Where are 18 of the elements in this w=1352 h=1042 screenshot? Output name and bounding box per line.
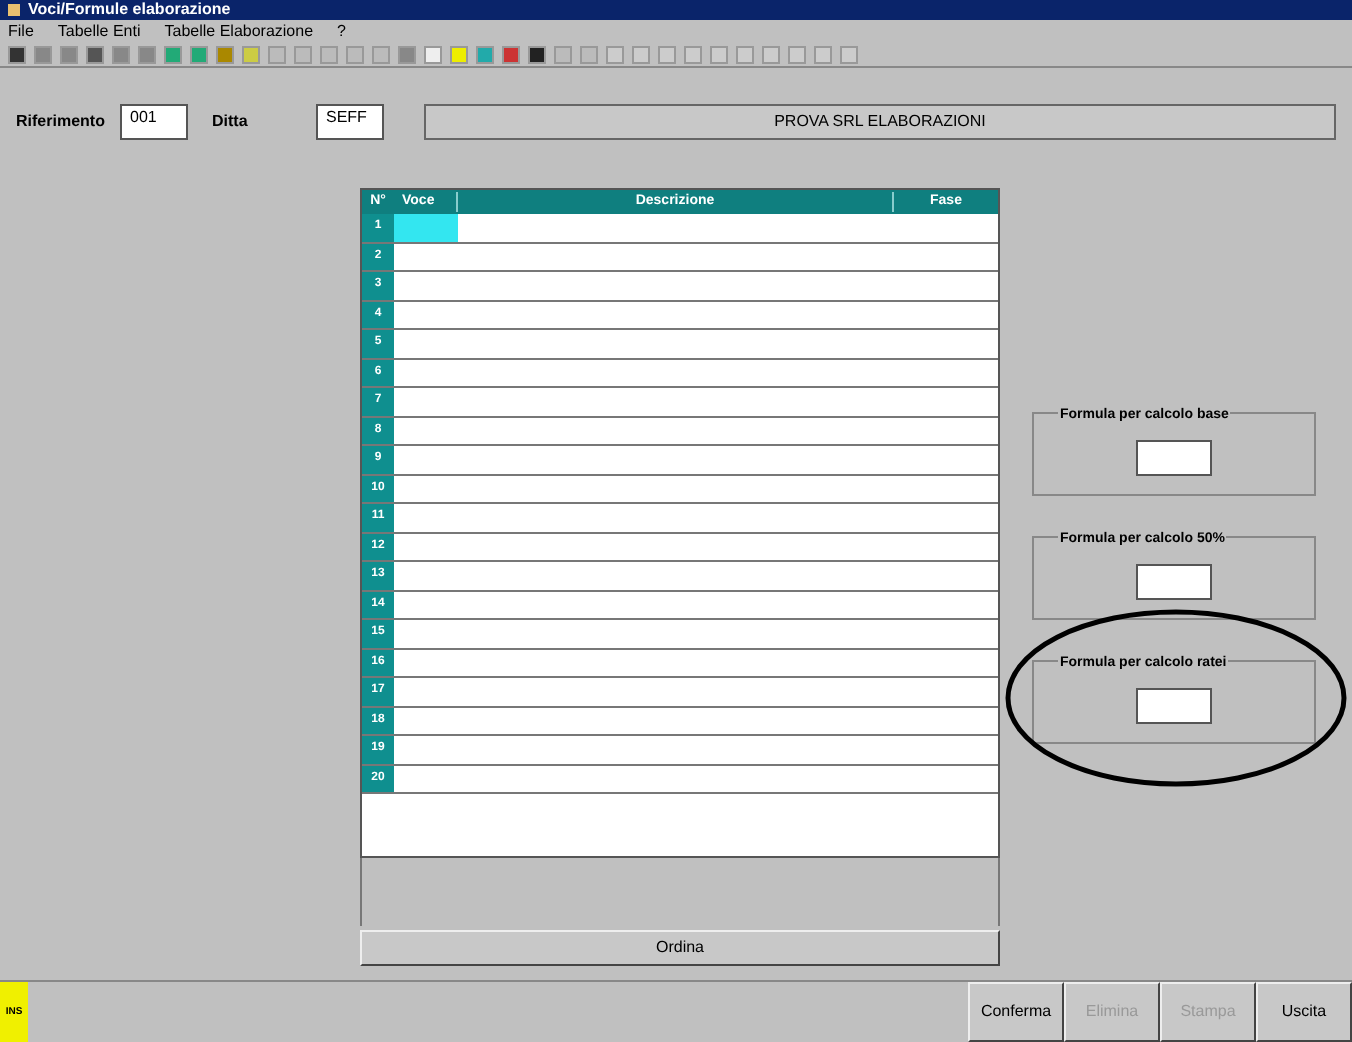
order-button[interactable]: Ordina [360, 930, 1000, 966]
input-field[interactable] [1136, 439, 1212, 475]
action-button[interactable]: Uscita [1256, 982, 1352, 1042]
input-field[interactable]: 001 [120, 104, 188, 140]
menu-item[interactable]: ? [337, 23, 346, 39]
field-label: Riferimento [16, 110, 104, 134]
selected-cell[interactable] [394, 214, 458, 241]
input-field[interactable]: SEFF [316, 104, 384, 140]
window-title: Voci/Formule elaborazione [28, 2, 231, 18]
menu-item[interactable]: Tabelle Elaborazione [164, 23, 314, 39]
action-button[interactable]: Conferma [968, 982, 1064, 1042]
app-icon [8, 4, 20, 16]
field-label: Ditta [212, 110, 250, 134]
banner-field: PROVA SRL ELABORAZIONI [424, 104, 1336, 140]
input-field[interactable] [1136, 563, 1212, 599]
menu-item[interactable]: File [8, 23, 34, 39]
input-field[interactable] [1136, 687, 1212, 723]
menu-item[interactable]: Tabelle Enti [57, 23, 141, 39]
